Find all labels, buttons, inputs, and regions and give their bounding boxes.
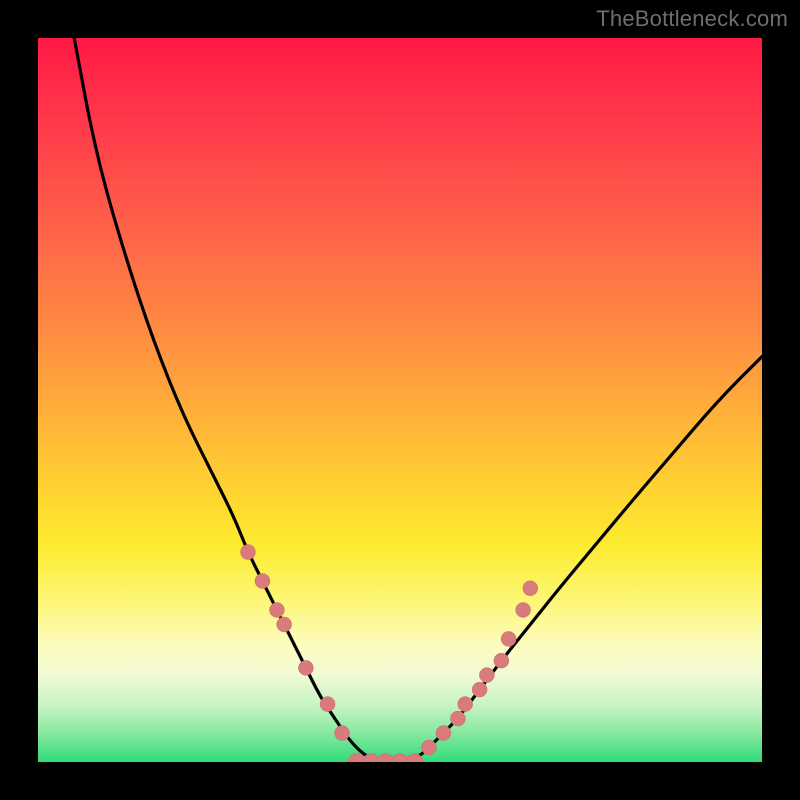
marker-dot bbox=[277, 617, 292, 632]
marker-dot bbox=[450, 711, 465, 726]
chart-overlay bbox=[38, 38, 762, 762]
chart-frame: TheBottleneck.com bbox=[0, 0, 800, 800]
marker-dot bbox=[240, 545, 255, 560]
marker-dots-left bbox=[240, 545, 349, 741]
marker-dot bbox=[458, 697, 473, 712]
marker-dot bbox=[269, 602, 284, 617]
bottleneck-curve bbox=[74, 38, 762, 762]
marker-dot bbox=[472, 682, 487, 697]
marker-dot bbox=[298, 660, 313, 675]
marker-dot bbox=[335, 726, 350, 741]
marker-dot bbox=[479, 668, 494, 683]
watermark-text: TheBottleneck.com bbox=[596, 6, 788, 32]
marker-dot bbox=[516, 602, 531, 617]
marker-dot bbox=[523, 581, 538, 596]
marker-dot bbox=[255, 574, 270, 589]
marker-dot bbox=[421, 740, 436, 755]
marker-dot bbox=[501, 631, 516, 646]
marker-dots-right bbox=[421, 581, 537, 755]
marker-dot bbox=[494, 653, 509, 668]
marker-dots-bottom bbox=[348, 754, 423, 763]
marker-dot bbox=[320, 697, 335, 712]
marker-dot bbox=[436, 726, 451, 741]
